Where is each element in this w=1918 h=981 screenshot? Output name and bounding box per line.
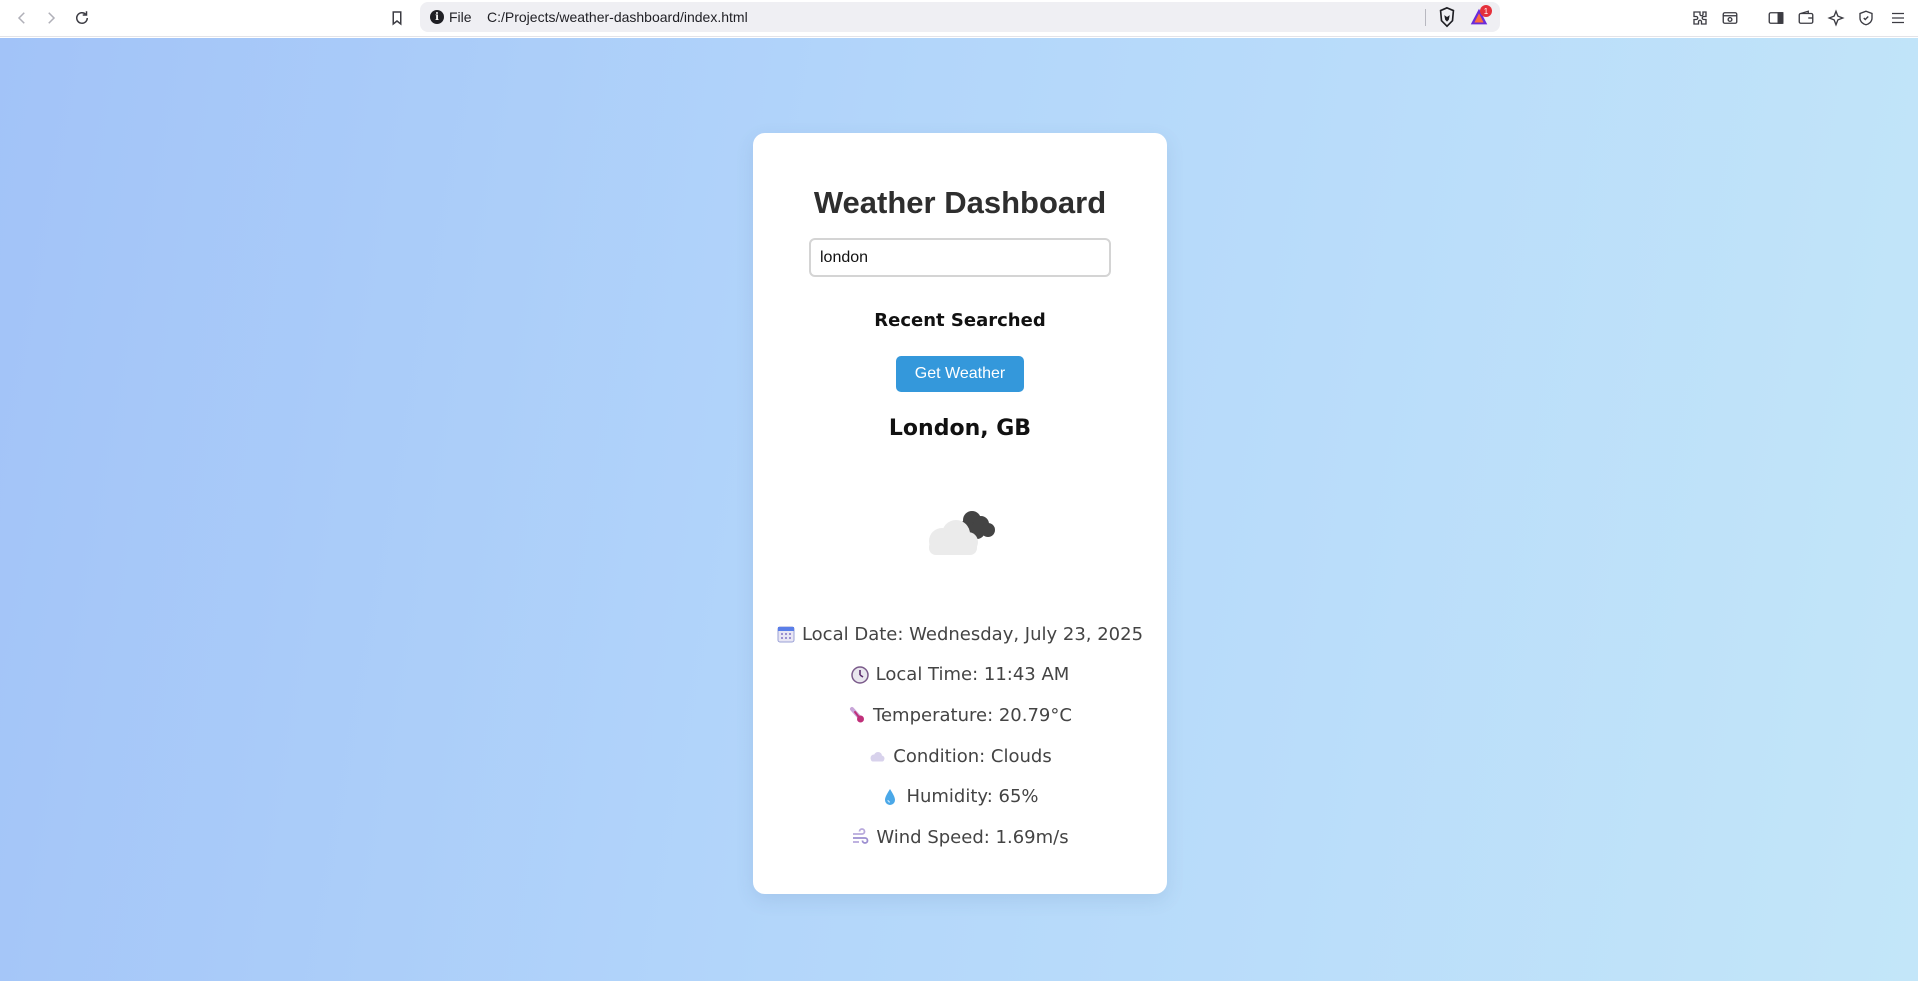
- reload-icon[interactable]: [70, 6, 94, 30]
- clock-icon: [850, 666, 869, 684]
- humidity-text: Humidity: 65%: [906, 786, 1039, 808]
- weather-card: Weather Dashboard Recent Searched Get We…: [753, 133, 1167, 894]
- local-date-row: Local Date: Wednesday, July 23, 2025: [753, 614, 1167, 655]
- brave-shields-icon[interactable]: [1436, 6, 1458, 28]
- info-icon[interactable]: i: [430, 10, 444, 24]
- recent-searched-heading: Recent Searched: [874, 310, 1046, 331]
- wallet-icon[interactable]: [1794, 6, 1818, 30]
- page-title: Weather Dashboard: [813, 185, 1107, 220]
- address-bar[interactable]: i File C:/Projects/weather-dashboard/ind…: [420, 2, 1500, 32]
- extensions-icon[interactable]: [1688, 6, 1712, 30]
- temperature-row: Temperature: 20.79°C: [753, 695, 1167, 736]
- bookmark-icon[interactable]: [385, 6, 409, 30]
- forward-icon[interactable]: [39, 6, 63, 30]
- local-time-row: Local Time: 11:43 AM: [753, 655, 1167, 696]
- cloud-icon: [920, 498, 1000, 558]
- sidebar-icon[interactable]: [1764, 6, 1788, 30]
- wind-speed-row: Wind Speed: 1.69m/s: [753, 817, 1167, 858]
- rewards-badge: 1: [1480, 5, 1492, 17]
- cloud-icon: [868, 747, 886, 765]
- url-text[interactable]: C:/Projects/weather-dashboard/index.html: [487, 9, 748, 25]
- temperature-text: Temperature: 20.79°C: [873, 704, 1072, 726]
- get-weather-button[interactable]: Get Weather: [896, 356, 1024, 392]
- droplet-icon: [881, 788, 899, 806]
- calendar-icon: [777, 625, 795, 643]
- humidity-row: Humidity: 65%: [753, 776, 1167, 817]
- tab-search-icon[interactable]: [1718, 6, 1742, 30]
- wind-speed-text: Wind Speed: 1.69m/s: [876, 826, 1069, 848]
- wind-icon: [851, 828, 869, 846]
- weather-details: Local Date: Wednesday, July 23, 2025 Loc…: [753, 614, 1167, 858]
- local-time-text: Local Time: 11:43 AM: [875, 664, 1070, 686]
- page-background: Weather Dashboard Recent Searched Get We…: [0, 38, 1918, 981]
- back-icon[interactable]: [10, 6, 34, 30]
- menu-icon[interactable]: [1886, 6, 1910, 30]
- thermometer-icon: [848, 706, 866, 724]
- vpn-icon[interactable]: [1854, 6, 1878, 30]
- leo-ai-icon[interactable]: [1824, 6, 1848, 30]
- url-divider: [1425, 9, 1426, 26]
- browser-toolbar: i File C:/Projects/weather-dashboard/ind…: [0, 0, 1918, 37]
- location-heading: London, GB: [888, 416, 1032, 441]
- condition-row: Condition: Clouds: [753, 736, 1167, 777]
- url-scheme-label: File: [449, 9, 472, 25]
- city-search-input[interactable]: [809, 238, 1111, 277]
- local-date-text: Local Date: Wednesday, July 23, 2025: [801, 623, 1144, 645]
- condition-text: Condition: Clouds: [893, 745, 1052, 767]
